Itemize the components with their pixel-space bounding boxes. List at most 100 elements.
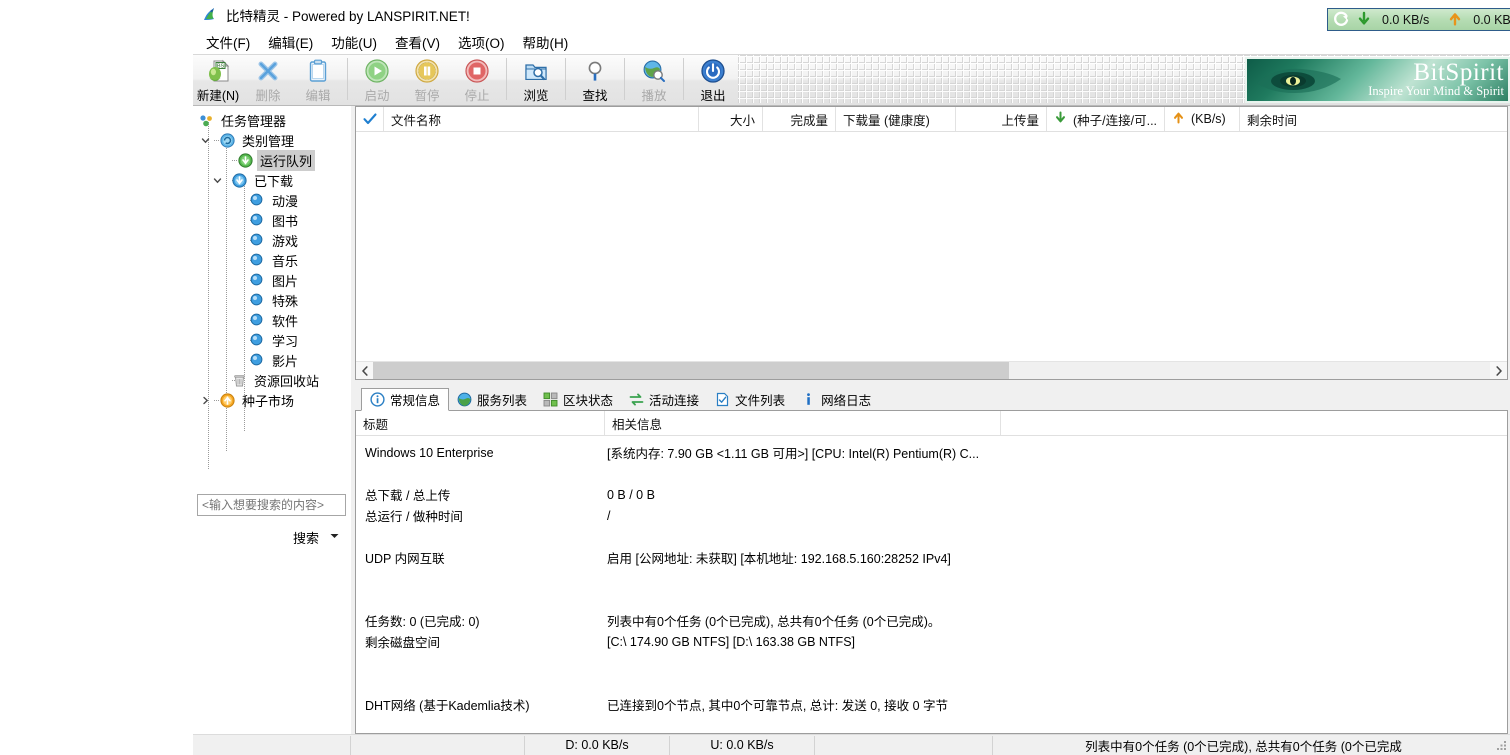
column-header-completed[interactable]: 完成量 [763,107,836,131]
tab-file-list[interactable]: 文件列表 [707,388,794,411]
status-blank-cell [351,735,525,755]
tab-service-list[interactable]: 服务列表 [449,388,536,411]
menu-function[interactable]: 功能(U) [322,30,386,54]
tree-item-movies[interactable]: 影片 [193,350,350,370]
tree-item-label: 运行队列 [257,149,316,171]
chevron-down-icon[interactable] [211,170,223,190]
exit-button[interactable]: 退出 [688,55,738,105]
resize-grip-icon[interactable] [1494,738,1508,752]
tree-item-pictures[interactable]: 图片 [193,270,350,290]
menu-view[interactable]: 查看(V) [386,30,449,54]
detail-row-title: 任务数: 0 (已完成: 0) [365,615,480,629]
tab-general-info[interactable]: 常规信息 [361,388,450,411]
detail-row-info: 已连接到0个节点, 其中0个可靠节点, 总计: 发送 0, 接收 0 字节 [607,699,949,713]
info-circle-icon [370,392,385,407]
globe-icon [457,392,472,407]
column-header-speed[interactable]: (KB/s) [1165,107,1240,131]
delete-button[interactable]: 删除 [243,55,293,105]
tab-active-connections[interactable]: 活动连接 [621,388,708,411]
banner-title: BitSpirit [1413,59,1504,86]
search-action-row: 搜索 [197,528,346,547]
column-header-peers[interactable]: (种子/连接/可... [1047,107,1165,131]
detail-row-info: [系统内存: 7.90 GB <1.11 GB 可用>] [CPU: Intel… [607,447,980,461]
menu-help[interactable]: 帮助(H) [514,30,578,54]
download-arrow-icon [1356,11,1376,29]
downloaded-icon [232,172,247,188]
column-header-downloaded[interactable]: 下载量 (健康度) [836,107,956,131]
torrent-market-icon [220,392,235,408]
find-button[interactable]: 查找 [570,55,620,105]
tree-item-downloaded[interactable]: 已下载 [193,170,350,190]
tree-item-category-management[interactable]: 类别管理 [193,130,350,150]
column-label: (种子/连接/可... [1073,113,1158,128]
tree-item-recycle-bin[interactable]: 资源回收站 [193,370,350,390]
tree-item-task-manager[interactable]: 任务管理器 [193,110,350,130]
task-list-body[interactable] [356,132,1507,361]
menu-edit[interactable]: 编辑(E) [259,30,322,54]
category-dot-icon [250,253,265,268]
browse-button[interactable]: 浏览 [511,55,561,105]
tree-item-software[interactable]: 软件 [193,310,350,330]
start-button[interactable]: 启动 [352,55,402,105]
detail-row: UDP 内网互联 启用 [公网地址: 未获取] [本机地址: 192.168.5… [356,547,1507,568]
tree-item-music[interactable]: 音乐 [193,250,350,270]
toolbar: BS 新建(N) 删除 编辑 启动 暂停 停止 浏览 查找 播放 退出 BitS… [193,54,1510,106]
title-bar: 比特精灵 - Powered by LANSPIRIT.NET! [193,0,1510,30]
detail-column-info[interactable]: 相关信息 [605,411,1001,435]
scrollbar-track[interactable] [373,362,1490,379]
refresh-icon[interactable] [1332,11,1352,29]
status-download-label: D: 0.0 KB/s [565,738,629,752]
pause-button[interactable]: 暂停 [402,55,452,105]
detail-row: 总下载 / 总上传 0 B / 0 B [356,484,1507,505]
speed-indicator-badge[interactable]: 0.0 KB/s 0.0 KB/s [1327,8,1510,31]
tree-item-study[interactable]: 学习 [193,330,350,350]
tree-item-running-queue[interactable]: 运行队列 [193,149,350,171]
search-input[interactable] [197,494,346,516]
bitspirit-banner: BitSpirit Inspire Your Mind & Spirit [1245,57,1510,103]
chevron-right-icon[interactable] [1490,362,1507,379]
detail-row-spacer [356,463,1507,484]
column-label: 剩余时间 [1247,113,1298,128]
sidebar: 任务管理器 类别管理 运行队列 已下载 动漫 图书 游戏 音乐 图片 特殊 软件… [193,106,351,734]
task-list-horizontal-scrollbar[interactable] [356,361,1507,379]
play-media-button[interactable]: 播放 [629,55,679,105]
column-header-size[interactable]: 大小 [699,107,763,131]
tree-item-special[interactable]: 特殊 [193,290,350,310]
tab-block-status[interactable]: 区块状态 [535,388,622,411]
upload-arrow-icon [1447,11,1467,29]
exit-label: 退出 [700,89,726,103]
detail-column-title[interactable]: 标题 [356,411,605,435]
browse-label: 浏览 [523,89,549,103]
chevron-down-icon[interactable] [329,532,340,543]
menu-options[interactable]: 选项(O) [449,30,514,54]
chevron-down-icon[interactable] [199,130,211,150]
tree-item-games[interactable]: 游戏 [193,230,350,250]
menu-file[interactable]: 文件(F) [197,30,259,54]
tree-item-books[interactable]: 图书 [193,210,350,230]
edit-button[interactable]: 编辑 [293,55,343,105]
status-bar: D: 0.0 KB/s U: 0.0 KB/s 列表中有0个任务 (0个已完成)… [193,734,1510,755]
magnifier-icon [582,58,608,84]
status-upload-label: U: 0.0 KB/s [710,738,774,752]
exchange-icon [629,392,644,407]
category-dot-icon [250,353,265,368]
chevron-left-icon[interactable] [356,362,373,379]
select-all-checkbox[interactable] [356,107,384,131]
scrollbar-thumb[interactable] [373,362,1009,379]
blocks-icon [543,392,558,407]
tab-network-log[interactable]: 网络日志 [793,388,880,411]
search-button[interactable]: 搜索 [293,528,319,547]
new-task-button[interactable]: BS 新建(N) [193,55,243,105]
chevron-right-icon[interactable] [199,390,211,410]
column-header-remaining-time[interactable]: 剩余时间 [1240,107,1320,131]
stop-button[interactable]: 停止 [452,55,502,105]
clipboard-icon [305,58,331,84]
detail-row-info: [C:\ 174.90 GB NTFS] [D:\ 163.38 GB NTFS… [607,634,856,649]
column-header-filename[interactable]: 文件名称 [384,107,699,131]
tree-item-label: 软件 [272,313,299,329]
tree-item-anime[interactable]: 动漫 [193,190,350,210]
window-title: 比特精灵 - Powered by LANSPIRIT.NET! [226,9,470,24]
tree-item-torrent-market[interactable]: 种子市场 [193,390,350,410]
tree-item-label: 任务管理器 [221,113,287,129]
column-header-uploaded[interactable]: 上传量 [956,107,1047,131]
